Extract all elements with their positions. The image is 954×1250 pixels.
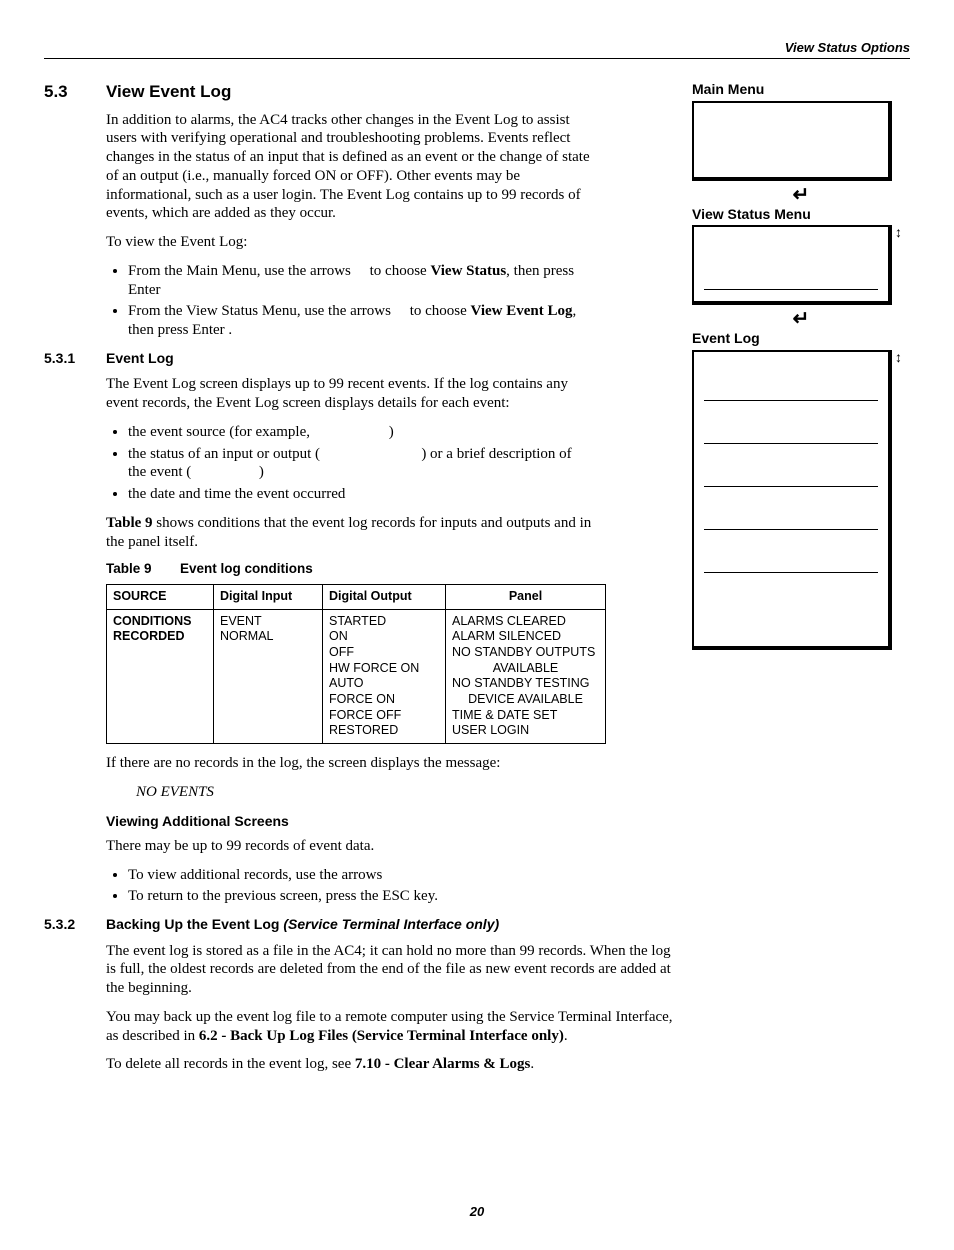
- td-panel: ALARMS CLEAREDALARM SILENCEDNO STANDBY O…: [446, 609, 606, 743]
- steps-list: From the Main Menu, use the arrows to ch…: [106, 262, 592, 340]
- event-log-screen: ↕: [692, 350, 892, 650]
- viewing-arrows: To view additional records, use the arro…: [128, 866, 682, 885]
- no-records-intro: If there are no records in the log, the …: [106, 754, 682, 773]
- th-source: SOURCE: [107, 585, 214, 610]
- screen-illustrations: Main Menu ↵ View Status Menu ↕ ↵ Event L…: [692, 81, 910, 1084]
- intro-paragraph-1: In addition to alarms, the AC4 tracks ot…: [106, 111, 592, 224]
- step-2: From the View Status Menu, use the arrow…: [128, 302, 592, 340]
- sub2-p3: To delete all records in the event log, …: [106, 1055, 682, 1074]
- running-header: View Status Options: [44, 40, 910, 59]
- view-status-menu-screen: ↕: [692, 225, 892, 305]
- sub1-paragraph-2: Table 9 shows conditions that the event …: [106, 514, 592, 552]
- scroll-icon-2: ↕: [895, 350, 902, 368]
- page-number: 20: [44, 1204, 910, 1220]
- conditions-table: SOURCE Digital Input Digital Output Pane…: [106, 584, 606, 744]
- step-1: From the Main Menu, use the arrows to ch…: [128, 262, 592, 300]
- table-caption: Table 9Event log conditions: [106, 561, 682, 578]
- section-title: View Event Log: [106, 81, 231, 102]
- view-status-menu-label: View Status Menu: [692, 206, 910, 224]
- event-log-label: Event Log: [692, 330, 910, 348]
- sub2-p1: The event log is stored as a file in the…: [106, 942, 682, 998]
- detail-status: the status of an input or output ( ) or …: [128, 445, 592, 483]
- viewing-additional-heading: Viewing Additional Screens: [106, 813, 682, 831]
- td-digital-input: EVENT NORMAL: [214, 609, 323, 743]
- th-digital-input: Digital Input: [214, 585, 323, 610]
- subsection-title: Event Log: [106, 350, 174, 368]
- sub1-paragraph-1: The Event Log screen displays up to 99 r…: [106, 375, 592, 413]
- viewing-paragraph: There may be up to 99 records of event d…: [106, 837, 682, 856]
- enter-icon: ↵: [692, 183, 910, 208]
- th-panel: Panel: [446, 585, 606, 610]
- main-menu-screen: [692, 101, 892, 181]
- subsection2-number: 5.3.2: [44, 916, 106, 934]
- subsection2-title: Backing Up the Event Log (Service Termin…: [106, 916, 499, 934]
- sub2-p2: You may back up the event log file to a …: [106, 1008, 682, 1046]
- subsection-number: 5.3.1: [44, 350, 106, 368]
- intro-paragraph-2: To view the Event Log:: [106, 233, 592, 252]
- event-detail-list: the event source (for example, ) the sta…: [106, 423, 592, 504]
- viewing-esc: To return to the previous screen, press …: [128, 887, 682, 906]
- main-menu-label: Main Menu: [692, 81, 910, 99]
- main-content: 5.3 View Event Log In addition to alarms…: [44, 81, 692, 1084]
- td-digital-output: STARTED ON OFF HW FORCE ON AUTO FORCE ON…: [323, 609, 446, 743]
- viewing-list: To view additional records, use the arro…: [106, 866, 682, 907]
- enter-icon-2: ↵: [692, 307, 910, 332]
- detail-source: the event source (for example, ): [128, 423, 592, 442]
- th-digital-output: Digital Output: [323, 585, 446, 610]
- scroll-icon: ↕: [895, 225, 902, 243]
- detail-datetime: the date and time the event occurred: [128, 485, 592, 504]
- section-number: 5.3: [44, 81, 106, 102]
- td-conditions-recorded: CONDITIONSRECORDED: [107, 609, 214, 743]
- no-events-message: NO EVENTS: [136, 783, 682, 802]
